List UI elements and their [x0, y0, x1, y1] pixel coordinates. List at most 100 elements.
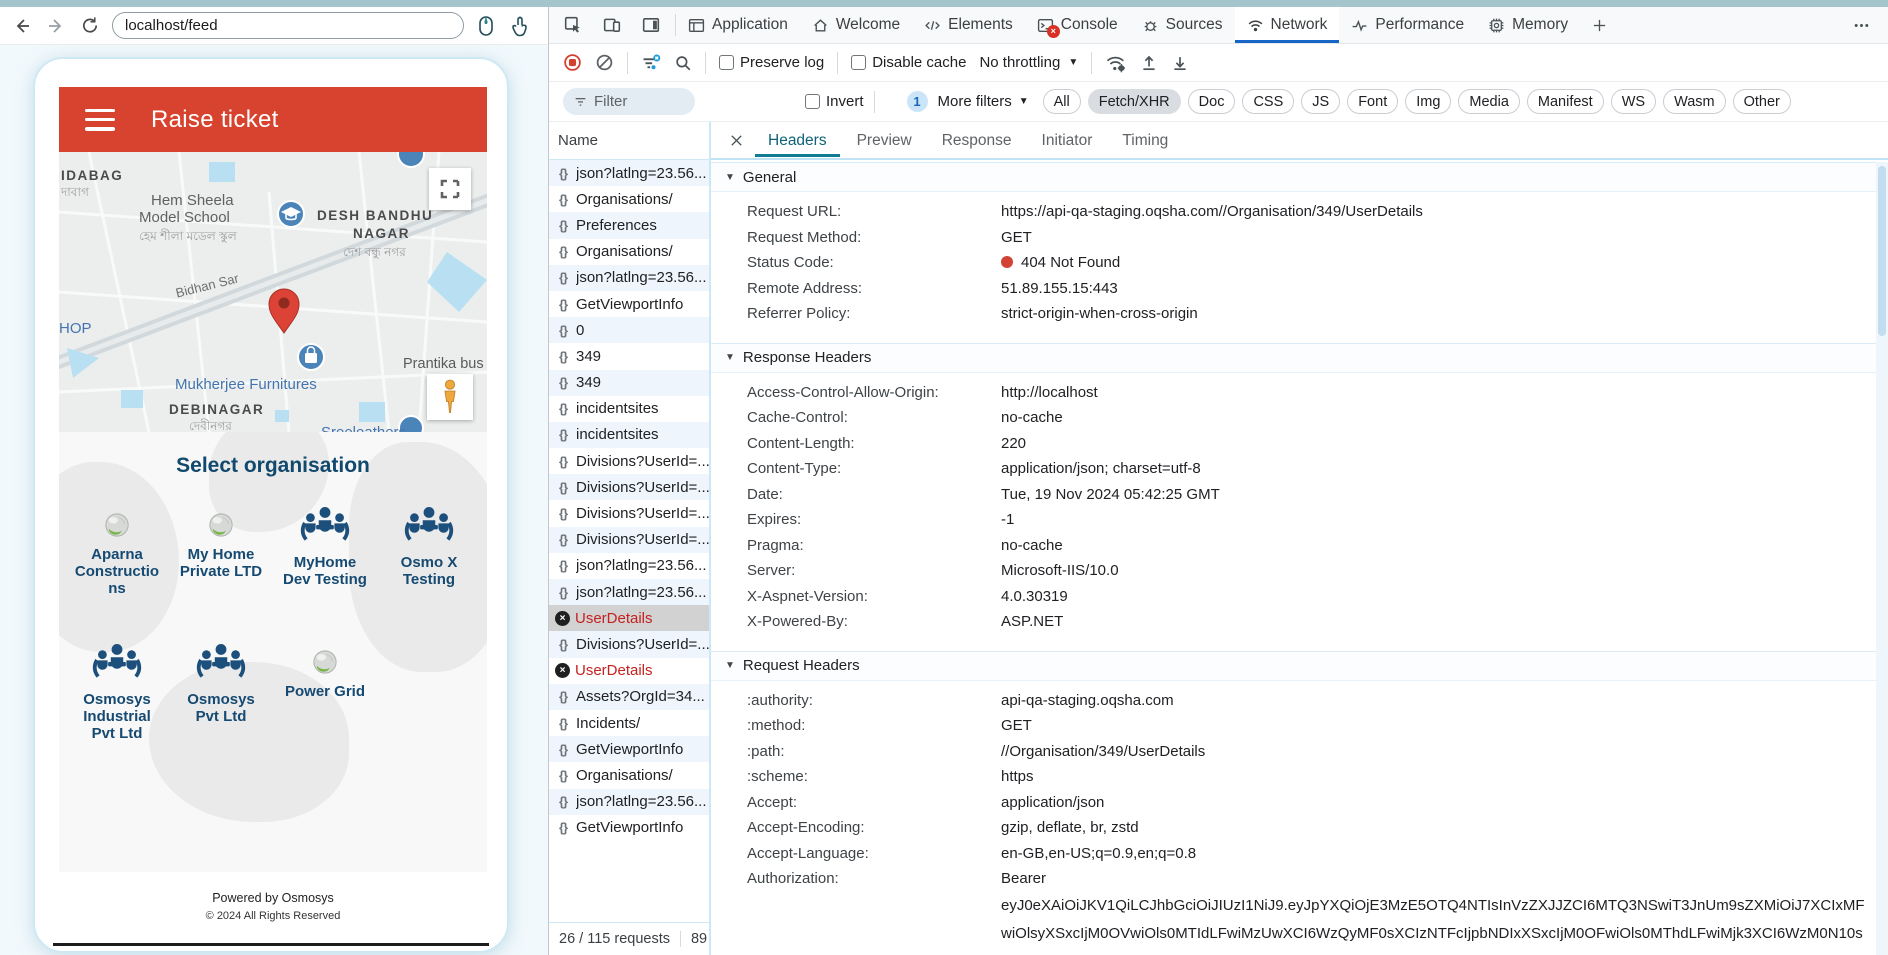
- request-row[interactable]: {}0: [549, 317, 709, 343]
- invert-checkbox[interactable]: Invert: [805, 93, 864, 110]
- filter-type-css[interactable]: CSS: [1242, 89, 1294, 114]
- dock-side-icon[interactable]: [639, 13, 663, 37]
- json-icon: {}: [555, 768, 571, 783]
- map-label: Prantika bus: [403, 356, 484, 372]
- export-har-icon[interactable]: [1171, 54, 1189, 72]
- org-item-osmo-x-testing[interactable]: Osmo X Testing: [377, 504, 481, 597]
- people-icon: [404, 504, 454, 548]
- filter-type-manifest[interactable]: Manifest: [1527, 89, 1604, 114]
- request-row[interactable]: {}Divisions?UserId=...: [549, 500, 709, 526]
- more-options-icon[interactable]: [1841, 7, 1882, 43]
- devtools-tab-welcome[interactable]: Welcome: [800, 7, 912, 43]
- inspect-element-icon[interactable]: [561, 13, 585, 37]
- throttling-select[interactable]: No throttling ▼: [979, 54, 1078, 71]
- filter-type-wasm[interactable]: Wasm: [1663, 89, 1726, 114]
- org-item-aparna-constructions[interactable]: Aparna Constructions: [65, 504, 169, 597]
- add-tab-icon[interactable]: [1580, 7, 1619, 43]
- request-row[interactable]: {}Organisations/: [549, 239, 709, 265]
- org-item-power-grid[interactable]: Power Grid: [273, 641, 377, 742]
- back-icon[interactable]: [10, 14, 34, 38]
- devtools-tab-network[interactable]: Network: [1235, 7, 1340, 43]
- request-row[interactable]: {}Organisations/: [549, 762, 709, 788]
- devtools-tab-application[interactable]: Application: [676, 7, 800, 43]
- org-item-my-home-private-ltd[interactable]: My Home Private LTD: [169, 504, 273, 597]
- devtools-tab-sources[interactable]: Sources: [1130, 7, 1235, 43]
- request-row[interactable]: {}Divisions?UserId=...: [549, 448, 709, 474]
- filter-toggle-icon[interactable]: [641, 53, 661, 73]
- fullscreen-icon[interactable]: [429, 168, 471, 210]
- request-row[interactable]: {}Assets?OrgId=34...: [549, 684, 709, 710]
- preserve-log-checkbox[interactable]: Preserve log: [719, 54, 824, 71]
- network-conditions-icon[interactable]: [1105, 53, 1127, 73]
- url-bar[interactable]: localhost/feed: [112, 12, 464, 39]
- request-row[interactable]: {}Divisions?UserId=...: [549, 474, 709, 500]
- scrollbar[interactable]: [1876, 162, 1888, 955]
- filter-type-doc[interactable]: Doc: [1188, 89, 1236, 114]
- section-header-response-headers[interactable]: ▼Response Headers: [711, 343, 1876, 373]
- reload-icon[interactable]: [78, 14, 102, 38]
- request-row[interactable]: ×UserDetails: [549, 605, 709, 631]
- clear-icon[interactable]: [595, 53, 614, 72]
- request-row[interactable]: {}349: [549, 343, 709, 369]
- request-row[interactable]: {}GetViewportInfo: [549, 815, 709, 841]
- hamburger-menu-icon[interactable]: [85, 109, 115, 131]
- request-row[interactable]: {}Organisations/: [549, 186, 709, 212]
- org-item-osmosys-industrial-pvt-ltd[interactable]: Osmosys Industrial Pvt Ltd: [65, 641, 169, 742]
- forward-icon[interactable]: [44, 14, 68, 38]
- disable-cache-checkbox[interactable]: Disable cache: [851, 54, 966, 71]
- request-row[interactable]: {}349: [549, 370, 709, 396]
- touch-mode-icon[interactable]: [508, 14, 532, 38]
- name-column-header[interactable]: Name: [549, 122, 709, 160]
- map[interactable]: IDABAGদাবাগHem SheelaModel Schoolহেম শীল…: [59, 152, 487, 432]
- devtools-tab-bar: ApplicationWelcomeElementsConsole×Source…: [549, 7, 1888, 44]
- filter-type-all[interactable]: All: [1043, 89, 1081, 114]
- more-filters-button[interactable]: More filters ▼: [938, 93, 1029, 110]
- detail-tab-timing[interactable]: Timing: [1109, 124, 1181, 157]
- filter-type-other[interactable]: Other: [1733, 89, 1791, 114]
- header-row: Content-Type:application/json; charset=u…: [711, 456, 1876, 482]
- request-row[interactable]: {}json?latlng=23.56...: [549, 553, 709, 579]
- device-toolbar-icon[interactable]: [600, 13, 624, 37]
- devtools-tab-elements[interactable]: Elements: [912, 7, 1025, 43]
- import-har-icon[interactable]: [1140, 54, 1158, 72]
- detail-tab-response[interactable]: Response: [929, 124, 1025, 157]
- filter-type-js[interactable]: JS: [1301, 89, 1340, 114]
- header-row: Request Method:GET: [711, 225, 1876, 251]
- request-row[interactable]: {}Incidents/: [549, 710, 709, 736]
- search-icon[interactable]: [674, 54, 692, 72]
- section-header-general[interactable]: ▼General: [711, 162, 1876, 192]
- filter-type-ws[interactable]: WS: [1611, 89, 1656, 114]
- section-header-request-headers[interactable]: ▼Request Headers: [711, 651, 1876, 681]
- org-item-osmosys-pvt-ltd[interactable]: Osmosys Pvt Ltd: [169, 641, 273, 742]
- detail-tab-headers[interactable]: Headers: [755, 124, 840, 157]
- detail-tab-initiator[interactable]: Initiator: [1029, 124, 1106, 157]
- record-icon[interactable]: [563, 53, 582, 72]
- request-row[interactable]: {}json?latlng=23.56...: [549, 789, 709, 815]
- request-row[interactable]: {}GetViewportInfo: [549, 736, 709, 762]
- filter-type-font[interactable]: Font: [1347, 89, 1398, 114]
- request-row[interactable]: ×UserDetails: [549, 658, 709, 684]
- org-item-myhome-dev-testing[interactable]: MyHome Dev Testing: [273, 504, 377, 597]
- request-row[interactable]: {}json?latlng=23.56...: [549, 265, 709, 291]
- devtools-tab-memory[interactable]: Memory: [1476, 7, 1580, 43]
- header-value: application/json; charset=utf-8: [1001, 456, 1876, 482]
- request-row[interactable]: {}json?latlng=23.56...: [549, 579, 709, 605]
- filter-type-fetch-xhr[interactable]: Fetch/XHR: [1088, 89, 1181, 114]
- detail-tab-preview[interactable]: Preview: [844, 124, 925, 157]
- request-row[interactable]: {}incidentsites: [549, 422, 709, 448]
- request-row[interactable]: {}incidentsites: [549, 396, 709, 422]
- request-row[interactable]: {}Divisions?UserId=...: [549, 527, 709, 553]
- devtools-tab-console[interactable]: Console×: [1025, 7, 1130, 43]
- filter-type-img[interactable]: Img: [1405, 89, 1451, 114]
- devtools-tab-performance[interactable]: Performance: [1339, 7, 1476, 43]
- close-icon[interactable]: [721, 125, 751, 155]
- request-row[interactable]: {}json?latlng=23.56...: [549, 160, 709, 186]
- filter-type-media[interactable]: Media: [1458, 89, 1520, 114]
- request-row[interactable]: {}Divisions?UserId=...: [549, 631, 709, 657]
- scrollbar-thumb[interactable]: [1878, 166, 1886, 336]
- filter-input[interactable]: Filter: [563, 88, 695, 115]
- request-row[interactable]: {}GetViewportInfo: [549, 291, 709, 317]
- pegman-icon[interactable]: [427, 374, 473, 420]
- request-row[interactable]: {}Preferences: [549, 212, 709, 238]
- mouse-mode-icon[interactable]: [474, 14, 498, 38]
